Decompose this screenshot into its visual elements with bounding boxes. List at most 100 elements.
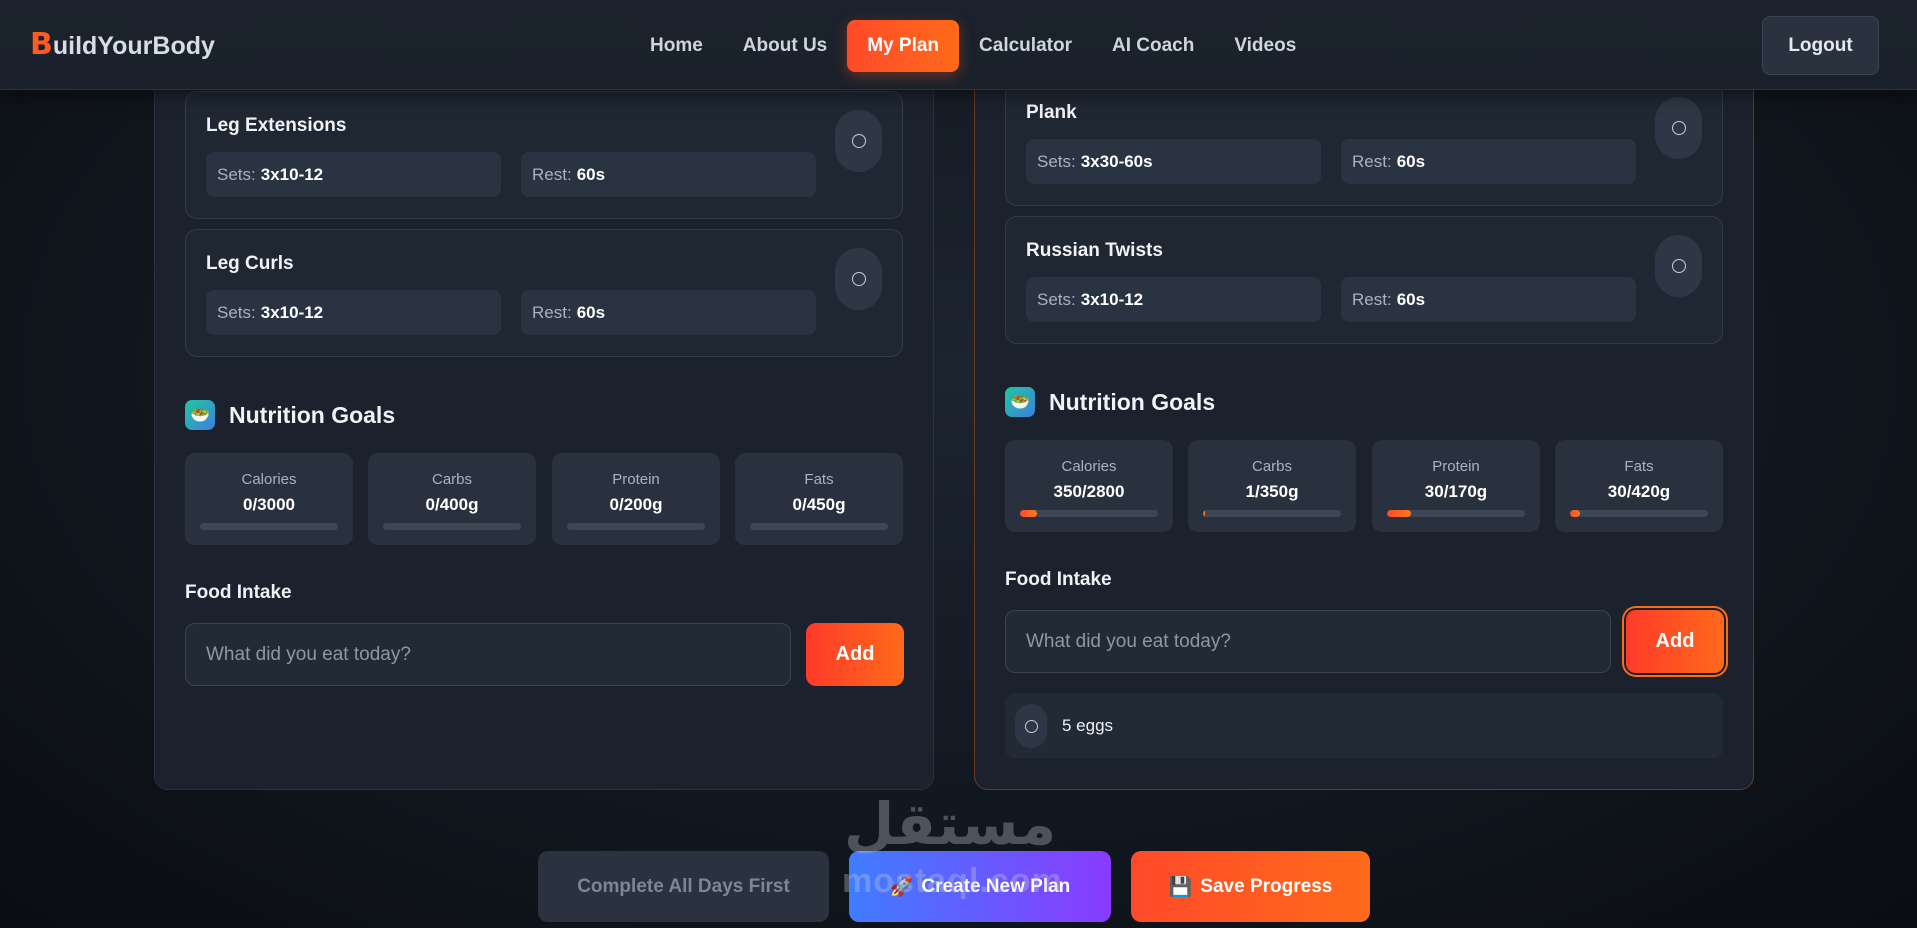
rest-label: Rest: — [532, 164, 572, 184]
exercise-card: Leg Curls Sets: 3x10-12 Rest: 60s — [185, 229, 903, 357]
stat-value: 0/400g — [425, 495, 479, 514]
circle-icon — [851, 134, 866, 148]
stat-calories: Calories 0/3000 — [185, 453, 353, 545]
top-navbar: B uildYourBody Home About Us My Plan Cal… — [0, 0, 1917, 90]
complete-label: Complete All Days First — [577, 875, 790, 897]
watermark-arabic: مستقل — [844, 790, 1057, 858]
exercise-name: Leg Curls — [206, 253, 294, 274]
stat-label: Fats — [804, 471, 834, 488]
stat-value: 0/3000 — [243, 495, 295, 514]
progress-bar — [1387, 510, 1525, 517]
food-intake-input[interactable] — [185, 623, 791, 686]
exercise-card: Plank Sets: 3x30-60s Rest: 60s — [1005, 78, 1723, 206]
brand-name: uildYourBody — [52, 32, 215, 60]
nutrition-goals-label: Nutrition Goals — [1049, 388, 1216, 415]
exercise-card: Russian Twists Sets: 3x10-12 Rest: 60s — [1005, 216, 1723, 344]
food-item-text: 5 eggs — [1062, 716, 1114, 735]
nav-link-videos[interactable]: Videos — [1214, 20, 1316, 72]
nav-link-my-plan[interactable]: My Plan — [847, 20, 960, 72]
stat-value: 30/420g — [1607, 482, 1671, 501]
progress-fill — [1203, 510, 1205, 517]
nav-link-calculator[interactable]: Calculator — [959, 20, 1092, 72]
rest-label: Rest: — [1352, 289, 1392, 309]
food-item-toggle[interactable] — [1015, 704, 1047, 748]
food-intake-input[interactable] — [1005, 610, 1611, 673]
stat-value: 30/170g — [1424, 482, 1488, 501]
stat-carbs: Carbs 0/400g — [368, 453, 536, 545]
rest-pill: Rest: 60s — [521, 152, 816, 197]
salad-icon: 🥗 — [185, 400, 215, 430]
add-food-button[interactable]: Add — [1626, 610, 1724, 673]
rest-value: 60s — [1396, 289, 1426, 309]
nutrition-goals-label: Nutrition Goals — [229, 401, 396, 428]
stat-value: 1/350g — [1245, 482, 1299, 501]
logout-button[interactable]: Logout — [1762, 16, 1879, 75]
create-label: Create New Plan — [921, 875, 1071, 897]
progress-bar — [750, 523, 888, 530]
exercise-name: Leg Extensions — [206, 115, 347, 136]
exercise-complete-toggle[interactable] — [1655, 97, 1702, 159]
nav-link-ai-coach[interactable]: AI Coach — [1092, 20, 1214, 72]
rocket-icon: 🚀 — [889, 876, 914, 898]
nav-links: Home About Us My Plan Calculator AI Coac… — [630, 20, 1316, 72]
stat-label: Carbs — [1251, 458, 1292, 475]
exercise-complete-toggle[interactable] — [1655, 235, 1702, 297]
day-panel-right: Plank Sets: 3x30-60s Rest: 60s Russian Twi… — [974, 40, 1754, 790]
rest-label: Rest: — [532, 302, 572, 322]
circle-icon — [1671, 259, 1686, 273]
complete-all-days-button[interactable]: Complete All Days First — [538, 851, 829, 922]
sets-label: Sets: — [217, 164, 256, 184]
stat-value: 0/200g — [609, 495, 663, 514]
progress-fill — [1020, 510, 1038, 517]
stat-calories: Calories 350/2800 — [1005, 440, 1173, 532]
stat-label: Calories — [1061, 458, 1117, 475]
progress-bar — [383, 523, 521, 530]
stat-fats: Fats 30/420g — [1555, 440, 1723, 532]
sets-label: Sets: — [1037, 151, 1076, 171]
sets-value: 3x30-60s — [1080, 151, 1153, 171]
rest-value: 60s — [1396, 151, 1426, 171]
sets-pill: Sets: 3x10-12 — [1026, 277, 1321, 322]
exercise-name: Plank — [1026, 102, 1077, 123]
sets-pill: Sets: 3x30-60s — [1026, 139, 1321, 184]
create-new-plan-button[interactable]: 🚀 Create New Plan — [849, 851, 1111, 922]
sets-label: Sets: — [217, 302, 256, 322]
floppy-disk-icon: 💾 — [1168, 876, 1193, 898]
progress-bar — [1020, 510, 1158, 517]
rest-value: 60s — [576, 164, 606, 184]
brand-initial: B — [30, 27, 53, 62]
rest-pill: Rest: 60s — [1341, 139, 1636, 184]
circle-icon — [1671, 121, 1686, 135]
nav-link-home[interactable]: Home — [630, 20, 723, 72]
progress-bar — [567, 523, 705, 530]
exercise-complete-toggle[interactable] — [835, 110, 882, 172]
stat-fats: Fats 0/450g — [735, 453, 903, 545]
add-food-button[interactable]: Add — [806, 623, 904, 686]
save-label: Save Progress — [1200, 875, 1333, 897]
food-intake-label: Food Intake — [185, 582, 292, 603]
exercise-complete-toggle[interactable] — [835, 248, 882, 310]
progress-fill — [1387, 510, 1412, 517]
progress-bar — [1570, 510, 1708, 517]
stat-label: Calories — [241, 471, 297, 488]
stat-label: Protein — [612, 471, 660, 488]
rest-value: 60s — [576, 302, 606, 322]
exercise-name: Russian Twists — [1026, 240, 1163, 261]
stat-value: 0/450g — [792, 495, 846, 514]
day-panel-left: Leg Extensions Sets: 3x10-12 Rest: 60s Leg… — [154, 40, 934, 790]
stat-label: Protein — [1432, 458, 1480, 475]
stat-label: Carbs — [431, 471, 472, 488]
progress-fill — [1570, 510, 1580, 517]
sets-value: 3x10-12 — [260, 164, 324, 184]
brand-logo[interactable]: B uildYourBody — [30, 30, 215, 60]
stat-protein: Protein 0/200g — [552, 453, 720, 545]
sets-value: 3x10-12 — [1080, 289, 1144, 309]
stat-label: Fats — [1624, 458, 1654, 475]
nutrition-goals-title: 🥗 Nutrition Goals — [1005, 387, 1215, 417]
food-list-item: 5 eggs — [1005, 693, 1723, 758]
sets-label: Sets: — [1037, 289, 1076, 309]
save-progress-button[interactable]: 💾 Save Progress — [1131, 851, 1370, 922]
stat-carbs: Carbs 1/350g — [1188, 440, 1356, 532]
nav-link-about-us[interactable]: About Us — [723, 20, 847, 72]
sets-value: 3x10-12 — [260, 302, 324, 322]
